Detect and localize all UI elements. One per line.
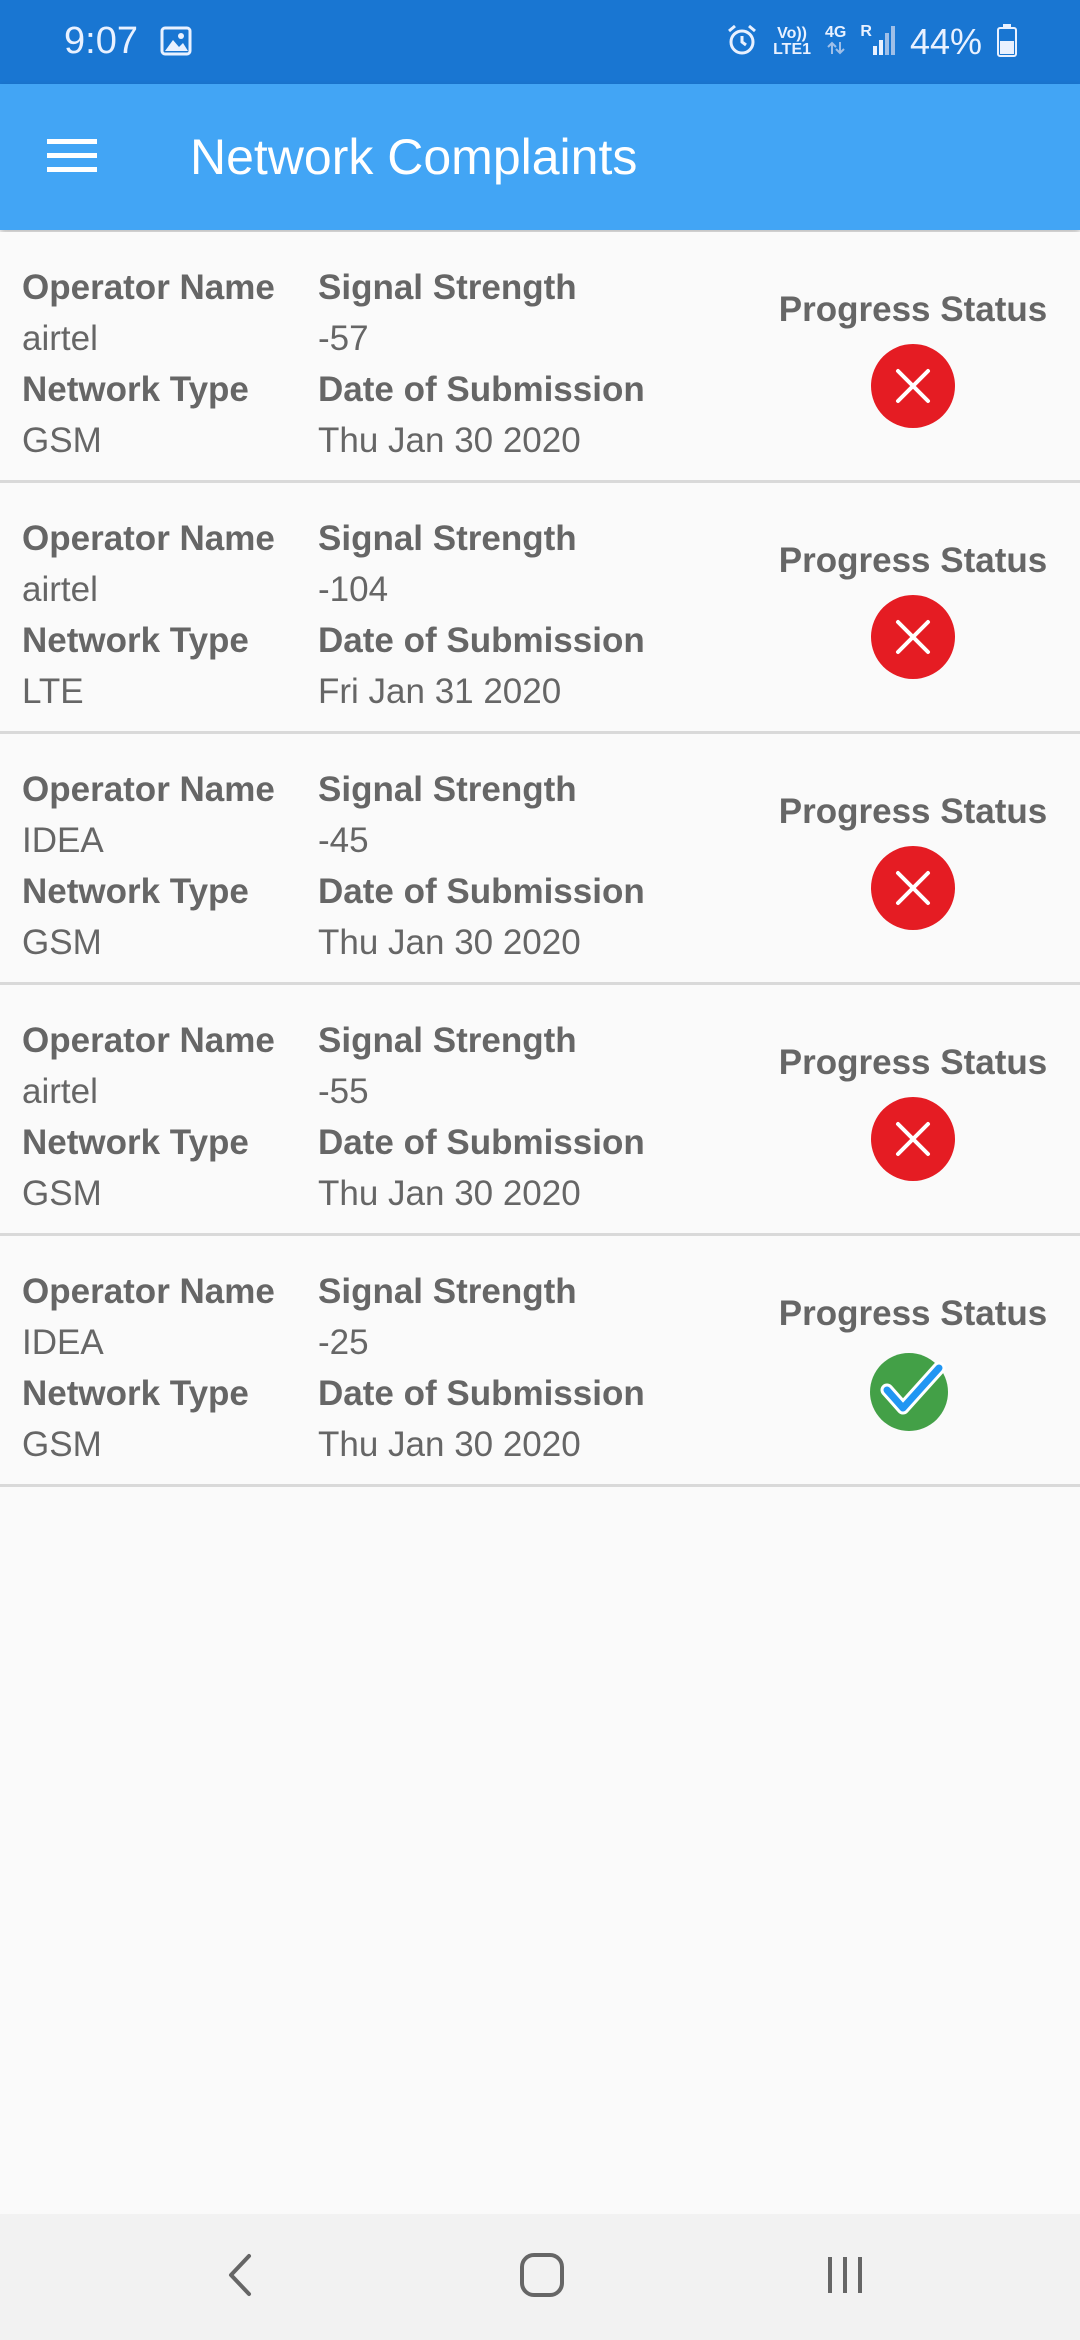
recents-button[interactable] — [810, 2242, 880, 2312]
battery-icon — [996, 23, 1018, 62]
signal-indicator: R — [860, 22, 896, 61]
operator-column: Operator Name IDEA Network Type GSM — [22, 1266, 275, 1470]
signal-strength-value: -25 — [318, 1323, 369, 1362]
date-of-submission-value: Fri Jan 31 2020 — [318, 672, 562, 711]
date-of-submission-label: Date of Submission — [318, 370, 645, 409]
network-type-label: Network Type — [22, 1374, 249, 1413]
network-type-label: Network Type — [22, 1123, 249, 1162]
operator-column: Operator Name airtel Network Type GSM — [22, 1015, 275, 1219]
complaint-card[interactable]: Operator Name IDEA Network Type GSM Sign… — [0, 1236, 1080, 1487]
progress-status: Progress Status — [768, 1292, 1058, 1434]
alarm-icon — [725, 23, 759, 62]
status-bar: 9:07 Vo)) LTE1 4G R 44% — [0, 0, 1080, 84]
back-icon — [225, 2252, 255, 2303]
network-type-value: GSM — [22, 923, 102, 962]
date-of-submission-value: Thu Jan 30 2020 — [318, 1425, 581, 1464]
signal-strength-label: Signal Strength — [318, 519, 577, 558]
progress-status: Progress Status — [768, 288, 1058, 430]
complaint-card[interactable]: Operator Name airtel Network Type LTE Si… — [0, 483, 1080, 734]
complaint-card[interactable]: Operator Name IDEA Network Type GSM Sign… — [0, 734, 1080, 985]
green-check-circle-icon — [869, 1346, 957, 1434]
progress-status: Progress Status — [768, 1041, 1058, 1183]
progress-status-label: Progress Status — [778, 1294, 1048, 1333]
signal-icon — [872, 24, 896, 61]
red-x-circle-icon — [869, 844, 957, 932]
operator-name-value: IDEA — [22, 821, 104, 860]
complaint-card[interactable]: Operator Name airtel Network Type GSM Si… — [0, 985, 1080, 1236]
operator-name-label: Operator Name — [22, 1021, 275, 1060]
volte-indicator: Vo)) LTE1 — [773, 26, 811, 58]
status-indicators: Vo)) LTE1 4G R 44% — [725, 18, 1018, 66]
operator-name-label: Operator Name — [22, 268, 275, 307]
operator-name-label: Operator Name — [22, 519, 275, 558]
signal-strength-label: Signal Strength — [318, 1021, 577, 1060]
date-of-submission-value: Thu Jan 30 2020 — [318, 923, 581, 962]
battery-percent: 44% — [909, 21, 982, 62]
network-type-label: Network Type — [22, 872, 249, 911]
signal-strength-label: Signal Strength — [318, 1272, 577, 1311]
operator-column: Operator Name airtel Network Type GSM — [22, 262, 275, 466]
data-arrows-icon — [826, 41, 846, 60]
network-gen-indicator: 4G — [825, 23, 847, 60]
network-type-label: Network Type — [22, 370, 249, 409]
signal-strength-label: Signal Strength — [318, 268, 577, 307]
progress-status: Progress Status — [768, 539, 1058, 681]
back-button[interactable] — [205, 2242, 275, 2312]
network-gen: 4G — [825, 23, 847, 41]
app-bar: Network Complaints — [0, 84, 1080, 230]
network-type-value: LTE — [22, 672, 84, 711]
home-button[interactable] — [507, 2242, 577, 2312]
volte-bottom: LTE1 — [773, 41, 812, 58]
red-x-circle-icon — [869, 342, 957, 430]
operator-name-value: IDEA — [22, 1323, 104, 1362]
date-of-submission-label: Date of Submission — [318, 1123, 645, 1162]
signal-strength-value: -57 — [318, 319, 369, 358]
red-x-circle-icon — [869, 593, 957, 681]
date-of-submission-label: Date of Submission — [318, 621, 645, 660]
menu-button[interactable] — [42, 127, 102, 187]
operator-name-label: Operator Name — [22, 770, 275, 809]
date-of-submission-label: Date of Submission — [318, 1374, 645, 1413]
signal-column: Signal Strength -25 Date of Submission T… — [318, 1266, 645, 1470]
recents-icon — [825, 2255, 865, 2300]
page-title: Network Complaints — [190, 129, 638, 185]
signal-column: Signal Strength -55 Date of Submission T… — [318, 1015, 645, 1219]
date-of-submission-label: Date of Submission — [318, 872, 645, 911]
operator-column: Operator Name IDEA Network Type GSM — [22, 764, 275, 968]
progress-status-label: Progress Status — [778, 541, 1048, 580]
complaint-card[interactable]: Operator Name airtel Network Type GSM Si… — [0, 232, 1080, 483]
network-type-value: GSM — [22, 421, 102, 460]
signal-column: Signal Strength -45 Date of Submission T… — [318, 764, 645, 968]
operator-name-label: Operator Name — [22, 1272, 275, 1311]
operator-column: Operator Name airtel Network Type LTE — [22, 513, 275, 717]
network-type-value: GSM — [22, 1425, 102, 1464]
volte-top: Vo)) — [777, 25, 808, 42]
progress-status-label: Progress Status — [778, 290, 1048, 329]
menu-icon — [47, 137, 97, 178]
signal-strength-value: -104 — [318, 570, 389, 609]
network-type-label: Network Type — [22, 621, 249, 660]
operator-name-value: airtel — [22, 1072, 98, 1111]
progress-status: Progress Status — [768, 790, 1058, 932]
status-time: 9:07 — [64, 20, 138, 62]
network-type-value: GSM — [22, 1174, 102, 1213]
progress-status-label: Progress Status — [778, 1043, 1048, 1082]
signal-strength-value: -55 — [318, 1072, 369, 1111]
signal-column: Signal Strength -57 Date of Submission T… — [318, 262, 645, 466]
signal-strength-label: Signal Strength — [318, 770, 577, 809]
operator-name-value: airtel — [22, 570, 98, 609]
date-of-submission-value: Thu Jan 30 2020 — [318, 1174, 581, 1213]
signal-column: Signal Strength -104 Date of Submission … — [318, 513, 645, 717]
date-of-submission-value: Thu Jan 30 2020 — [318, 421, 581, 460]
home-icon — [519, 2252, 565, 2303]
progress-status-label: Progress Status — [778, 792, 1048, 831]
image-icon — [160, 26, 192, 61]
operator-name-value: airtel — [22, 319, 98, 358]
roaming-label: R — [860, 22, 872, 40]
system-nav-bar — [0, 2214, 1080, 2340]
signal-strength-value: -45 — [318, 821, 369, 860]
red-x-circle-icon — [869, 1095, 957, 1183]
complaints-list: Operator Name airtel Network Type GSM Si… — [0, 232, 1080, 1487]
